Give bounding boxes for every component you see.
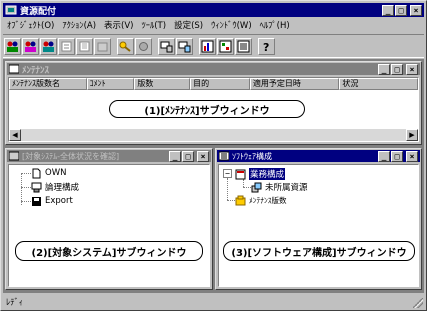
- users-move-icon[interactable]: [40, 37, 57, 55]
- settings-icon[interactable]: [135, 37, 152, 55]
- main-window: 資源配付 _ □ × ｵﾌﾞｼﾞｪｸﾄ(O) ｱｸｼｮﾝ(A) 表示(V) ﾂｰ…: [0, 0, 427, 311]
- close-button[interactable]: ×: [410, 4, 422, 16]
- column-scheduled-date[interactable]: 適用予定日時: [249, 78, 340, 90]
- mdi-area: ﾒﾝﾃﾅﾝｽ _ □ × ﾒﾝﾃﾅﾝｽ版数名 ｺﾒﾝﾄ 版数 目的 適用予定日時…: [3, 59, 424, 293]
- software-config-subwindow: ｿﾌﾄｳｪｱ構成 _ □ × − 業務構成 未所属資源 ﾒﾝﾃﾅﾝｽ版数 (3)…: [215, 148, 422, 290]
- resize-grip-icon[interactable]: [413, 298, 423, 308]
- help-icon[interactable]: ?: [258, 37, 275, 55]
- software-config-window-icon: [219, 151, 229, 161]
- monitor-icon[interactable]: [158, 37, 175, 55]
- maintenance-title: ﾒﾝﾃﾅﾝｽ: [22, 65, 50, 76]
- column-status[interactable]: 状況: [339, 78, 418, 90]
- export-icon: [32, 196, 41, 206]
- package-icon[interactable]: [94, 37, 111, 55]
- minimize-button[interactable]: _: [382, 4, 394, 16]
- scroll-left-icon[interactable]: ◀: [9, 129, 21, 141]
- column-purpose[interactable]: 目的: [190, 78, 250, 90]
- schedule-icon[interactable]: [58, 37, 75, 55]
- target-system-minimize-button[interactable]: _: [169, 150, 181, 162]
- software-config-callout: (3)[ソフトウェア構成]サブウィンドウ: [223, 241, 415, 261]
- menu-settings[interactable]: 設定(S): [170, 19, 207, 31]
- maintenance-window-icon: [9, 64, 19, 74]
- maintenance-maximize-button[interactable]: □: [391, 63, 403, 75]
- menu-object[interactable]: ｵﾌﾞｼﾞｪｸﾄ(O): [3, 19, 58, 31]
- users-add-icon[interactable]: [4, 37, 21, 55]
- target-system-callout: (2)[対象システム]サブウィンドウ: [15, 241, 203, 261]
- monitor-network-icon[interactable]: [176, 37, 193, 55]
- resource-icon: [251, 182, 262, 192]
- tree-item-maintenance-version[interactable]: ﾒﾝﾃﾅﾝｽ版数: [235, 194, 287, 206]
- tree-item-business-config[interactable]: 業務構成: [235, 168, 286, 180]
- status-text: ﾚﾃﾞｨ: [6, 298, 24, 308]
- svg-text:?: ?: [263, 41, 269, 53]
- software-config-titlebar[interactable]: ｿﾌﾄｳｪｱ構成 _ □ ×: [217, 150, 420, 162]
- software-config-close-button[interactable]: ×: [406, 150, 418, 162]
- computer-list-icon[interactable]: [76, 37, 93, 55]
- maintenance-subwindow: ﾒﾝﾃﾅﾝｽ _ □ × ﾒﾝﾃﾅﾝｽ版数名 ｺﾒﾝﾄ 版数 目的 適用予定日時…: [5, 61, 422, 145]
- document-icon: [32, 168, 41, 178]
- users-remove-icon[interactable]: [22, 37, 39, 55]
- target-system-close-button[interactable]: ×: [197, 150, 209, 162]
- column-comment[interactable]: ｺﾒﾝﾄ: [86, 78, 135, 90]
- menu-action[interactable]: ｱｸｼｮﾝ(A): [58, 19, 100, 31]
- status-bar: ﾚﾃﾞｨ: [3, 295, 424, 309]
- maintenance-list[interactable]: ﾒﾝﾃﾅﾝｽ版数名 ｺﾒﾝﾄ 版数 目的 適用予定日時 状況 (1)[ﾒﾝﾃﾅﾝ…: [8, 77, 419, 142]
- business-config-icon: [235, 169, 246, 179]
- menu-tools[interactable]: ﾂｰﾙ(T): [137, 19, 170, 31]
- column-version[interactable]: 版数: [134, 78, 191, 90]
- target-system-title: [対象ｼｽﾃﾑ-全体状況を確認]: [22, 151, 120, 161]
- toolbar: ?: [3, 34, 424, 58]
- maximize-button[interactable]: □: [395, 4, 407, 16]
- software-config-tree[interactable]: − 業務構成 未所属資源 ﾒﾝﾃﾅﾝｽ版数 (3)[ソフトウェア構成]サブウィン…: [218, 164, 419, 287]
- software-config-minimize-button[interactable]: _: [378, 150, 390, 162]
- maintenance-minimize-button[interactable]: _: [378, 63, 390, 75]
- key-icon[interactable]: [117, 37, 134, 55]
- tree-item-unassigned-resources[interactable]: 未所属資源: [251, 181, 308, 193]
- menu-bar: ｵﾌﾞｼﾞｪｸﾄ(O) ｱｸｼｮﾝ(A) 表示(V) ﾂｰﾙ(T) 設定(S) …: [3, 18, 424, 32]
- tree-item-logical-config[interactable]: 論理構成: [31, 181, 79, 193]
- column-version-name[interactable]: ﾒﾝﾃﾅﾝｽ版数名: [9, 78, 87, 90]
- target-system-subwindow: [対象ｼｽﾃﾑ-全体状況を確認] _ □ × OWN 論理構成 Export (…: [5, 148, 213, 290]
- maintenance-callout: (1)[ﾒﾝﾃﾅﾝｽ]サブウィンドウ: [109, 100, 305, 118]
- menu-window[interactable]: ｳｨﾝﾄﾞｳ(W): [207, 19, 256, 31]
- maintenance-titlebar[interactable]: ﾒﾝﾃﾅﾝｽ _ □ ×: [7, 63, 420, 76]
- dashboard-alt-icon[interactable]: [235, 37, 252, 55]
- software-config-title: ｿﾌﾄｳｪｱ構成: [232, 151, 272, 161]
- maintenance-version-icon: [235, 195, 246, 205]
- tree-item-export[interactable]: Export: [31, 195, 73, 207]
- software-config-maximize-button[interactable]: □: [391, 150, 403, 162]
- menu-help[interactable]: ﾍﾙﾌﾟ(H): [256, 19, 294, 31]
- app-icon: [5, 5, 17, 15]
- target-system-maximize-button[interactable]: □: [182, 150, 194, 162]
- maintenance-table-header: ﾒﾝﾃﾅﾝｽ版数名 ｺﾒﾝﾄ 版数 目的 適用予定日時 状況: [9, 78, 418, 90]
- app-title: 資源配付: [20, 6, 57, 17]
- maintenance-close-button[interactable]: ×: [406, 63, 418, 75]
- menu-view[interactable]: 表示(V): [100, 19, 137, 31]
- dashboard-icon[interactable]: [217, 37, 234, 55]
- collapse-icon[interactable]: −: [223, 169, 232, 178]
- app-titlebar[interactable]: 資源配付 _ □ ×: [3, 3, 424, 17]
- tree-item-own[interactable]: OWN: [31, 167, 66, 179]
- target-system-window-icon: [9, 151, 19, 161]
- chart-icon[interactable]: [199, 37, 216, 55]
- target-system-titlebar[interactable]: [対象ｼｽﾃﾑ-全体状況を確認] _ □ ×: [7, 150, 211, 162]
- scroll-right-icon[interactable]: ▶: [406, 129, 418, 141]
- maintenance-hscrollbar[interactable]: ◀ ▶: [9, 129, 418, 141]
- logical-config-icon: [31, 182, 42, 192]
- target-system-tree[interactable]: OWN 論理構成 Export (2)[対象システム]サブウィンドウ: [8, 164, 210, 287]
